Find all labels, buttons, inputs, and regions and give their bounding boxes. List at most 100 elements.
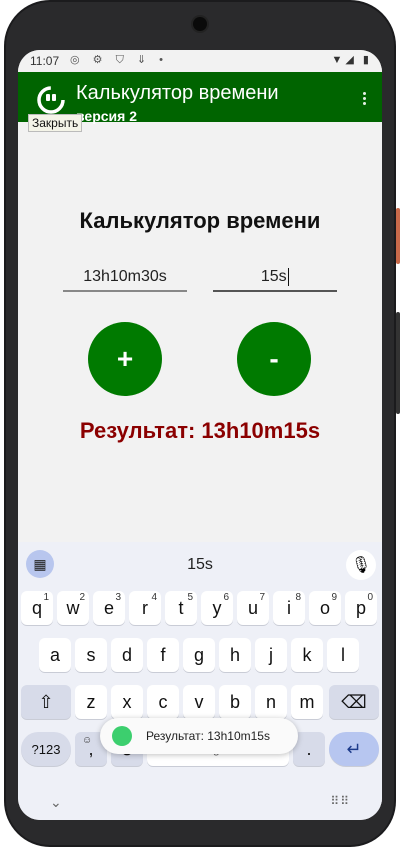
key-u[interactable]: u7 [237,591,269,625]
volume-button [396,312,400,414]
screen: 11:07 ◎ ⚙ ⛉ ⇓ • ▼◢ ▮ Калькулятор времени… [18,50,382,820]
app-title: Калькулятор времени [76,82,279,104]
toast-message: Результат: 13h10m15s [100,718,298,754]
key-w-label: w [66,597,80,618]
key-y-number-hint: 6 [223,592,229,603]
navigation-bar: ⌄ ⠿⠿ [18,790,382,820]
shift-key-label: ⇧ [38,691,54,712]
key-f-label: f [160,644,166,665]
key-v[interactable]: v [183,685,215,719]
key-f[interactable]: f [147,638,179,672]
status-time: 11:07 [30,54,60,68]
key-n-label: n [265,691,276,712]
key-j[interactable]: j [255,638,287,672]
key-e-number-hint: 3 [115,592,121,603]
key-r-number-hint: 4 [151,592,157,603]
shift-key[interactable]: ⇧ [21,685,71,719]
key-k[interactable]: k [291,638,323,672]
period-key-label: . [306,738,312,759]
key-j-label: j [269,644,273,665]
status-icons: ◎ ⚙ ⛉ ⇓ • [70,54,169,66]
key-v-label: v [194,691,204,712]
key-p-label: p [355,597,366,618]
overflow-menu-icon[interactable] [362,92,368,108]
key-z-label: z [86,691,96,712]
key-c[interactable]: c [147,685,179,719]
key-h-label: h [229,644,240,665]
key-y-label: y [212,597,222,618]
key-p-number-hint: 0 [367,592,373,603]
key-a-label: a [49,644,60,665]
key-w-number-hint: 2 [79,592,85,603]
key-i[interactable]: i8 [273,591,305,625]
android-icon [112,726,132,746]
key-d-label: d [121,644,132,665]
front-camera [193,17,207,31]
key-w[interactable]: w2 [57,591,89,625]
page-heading: Калькулятор времени [79,208,321,233]
key-r-label: r [142,597,148,618]
emoji-icon[interactable]: ☺ [82,735,92,746]
key-n[interactable]: n [255,685,287,719]
toast-text: Результат: 13h10m15s [146,729,270,743]
key-d[interactable]: d [111,638,143,672]
time-input-1[interactable]: 13h10m30s [63,262,187,292]
key-u-number-hint: 7 [259,592,265,603]
key-p[interactable]: p0 [345,591,377,625]
status-bar: 11:07 ◎ ⚙ ⛉ ⇓ • ▼◢ ▮ [18,50,382,72]
key-t-number-hint: 5 [187,592,193,603]
add-button[interactable]: + [88,322,162,396]
key-x[interactable]: x [111,685,143,719]
key-m[interactable]: m [291,685,323,719]
keyboard-switch-icon[interactable]: ⠿⠿ [330,794,350,808]
time-input-1-value: 13h10m30s [83,268,167,285]
result-text: Результат: 13h10m15s [79,418,321,443]
close-tooltip: Закрыть [28,114,83,132]
key-b[interactable]: b [219,685,251,719]
key-e[interactable]: e3 [93,591,125,625]
key-t-label: t [178,597,184,618]
key-s[interactable]: s [75,638,107,672]
signal-battery-icons: ▼◢ ▮ [331,54,372,66]
suggestion-chip[interactable]: 15s [18,556,382,574]
key-a[interactable]: a [39,638,71,672]
chevron-down-icon[interactable]: ⌄ [50,794,62,811]
key-o-number-hint: 9 [331,592,337,603]
key-g[interactable]: g [183,638,215,672]
subtract-button[interactable]: - [237,322,311,396]
time-input-2-value: 15s [260,268,287,285]
key-q-number-hint: 1 [43,592,49,603]
microphone-icon[interactable]: 🎙 [346,550,376,580]
key-m-label: m [299,691,315,712]
key-q-label: q [31,597,42,618]
key-l-label: l [341,644,345,665]
enter-key[interactable]: ↵ [329,732,379,766]
key-i-label: i [287,597,291,618]
text-cursor [287,267,290,286]
backspace-key[interactable]: ⌫ [329,685,379,719]
symbols-key-label: ?123 [31,741,61,757]
key-z[interactable]: z [75,685,107,719]
key-g-label: g [193,644,204,665]
key-r[interactable]: r4 [129,591,161,625]
key-x-label: x [122,691,132,712]
app-timer-icon[interactable] [36,84,66,114]
key-i-number-hint: 8 [295,592,301,603]
key-o-label: o [319,597,330,618]
on-screen-keyboard: ▦ 15s 🎙 q 1 w 2 e 3 r 4 t 5 y 6 u 7 i 8 o 9 p 0 a s d f g h j k l ⇧ z x… [18,542,382,820]
key-u-label: u [247,597,258,618]
key-e-label: e [103,597,114,618]
key-s-label: s [86,644,96,665]
key-t[interactable]: t5 [165,591,197,625]
backspace-key-label: ⌫ [341,691,367,712]
key-y[interactable]: y6 [201,591,233,625]
key-k-label: k [302,644,312,665]
key-l[interactable]: l [327,638,359,672]
key-o[interactable]: o9 [309,591,341,625]
time-input-2[interactable]: 15s [213,262,337,292]
key-h[interactable]: h [219,638,251,672]
symbols-key[interactable]: ?123 [21,732,71,766]
key-c-label: c [158,691,168,712]
power-button [396,208,400,264]
key-q[interactable]: q1 [21,591,53,625]
